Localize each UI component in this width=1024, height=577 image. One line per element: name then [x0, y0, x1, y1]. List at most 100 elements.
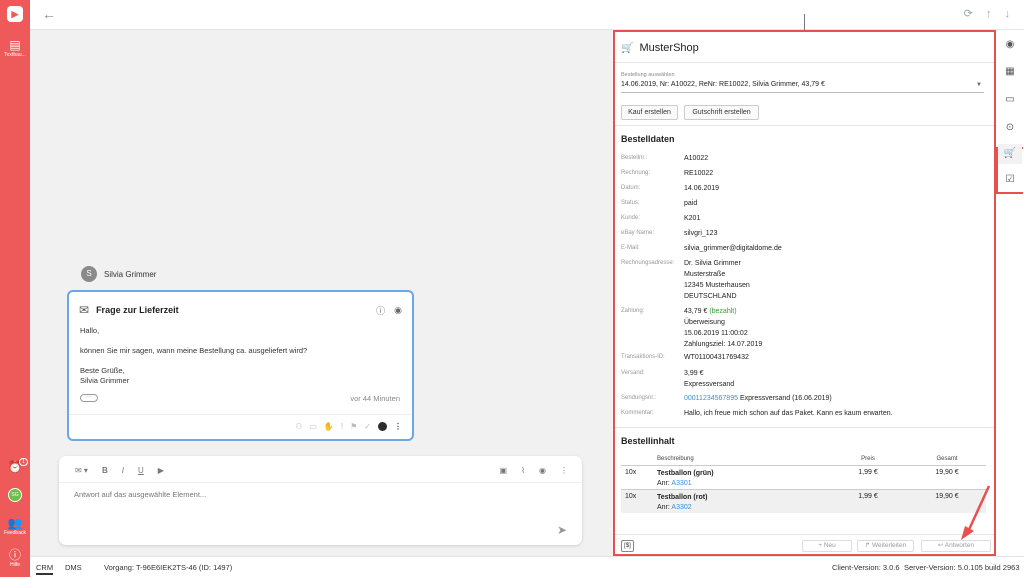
flag-icon[interactable]: ⚑ [350, 422, 357, 431]
shop-header: 🛒 MusterShop [621, 42, 699, 54]
check-circle-icon[interactable]: ✓ [364, 422, 371, 431]
divider [615, 62, 994, 63]
message-signature: Silvia Grimmer [80, 376, 130, 385]
person-icon[interactable]: ⚇ [295, 422, 302, 431]
message-actions: ⚇ ▭ ✋ ! ⚑ ✓ ⋮ [295, 422, 402, 431]
shop-panel: 🛒 MusterShop Bestellung auswählen 14.06.… [613, 30, 996, 556]
message-header: ✉ Frage zur Lieferzeit ⓘ ◉ [79, 302, 402, 318]
message-closing: Beste Grüße, [80, 366, 125, 375]
arrow-up-icon[interactable]: ↑ [986, 8, 992, 20]
sidebar-item-feedback[interactable]: 👥 Feedback [0, 516, 30, 536]
divider [615, 427, 994, 428]
underline-button[interactable]: U [138, 466, 144, 475]
message-card[interactable]: ✉ Frage zur Lieferzeit ⓘ ◉ Hallo, können… [67, 290, 414, 441]
sender-avatar: S [81, 266, 97, 282]
currency-button[interactable]: [$] [621, 540, 634, 552]
table-row: 10x Testballon (grün) Anr: A3301 1,99 € … [621, 464, 986, 489]
message-body: Hallo, können Sie mir sagen, wann meine … [80, 326, 400, 386]
eye-icon[interactable]: ◉ [394, 305, 402, 316]
tracking-link[interactable]: 00011234567895 [684, 395, 738, 402]
arrow-down-icon[interactable]: ↓ [1005, 8, 1011, 20]
message-timestamp: vor 44 Minuten [350, 394, 400, 403]
neu-button[interactable]: + Neu [802, 540, 852, 552]
app-logo[interactable]: ▶ [7, 6, 23, 22]
panel-footer: [$] + Neu ↱ Weiterleiten ↩ Antworten [615, 537, 994, 554]
rechnung-link[interactable]: RE10022 [684, 168, 984, 179]
message-greeting: Hallo, [80, 326, 100, 335]
back-arrow-icon[interactable]: ← [42, 6, 56, 22]
top-actions: ⟳ ↑ ↓ [954, 7, 1010, 20]
save-icon[interactable]: ▣ [500, 466, 508, 475]
italic-button[interactable]: I [122, 466, 124, 475]
user-avatar[interactable]: SG [8, 488, 22, 502]
reminder-badge: 1 [19, 458, 28, 466]
divider [615, 125, 994, 126]
sender-name: Silvia Grimmer [104, 269, 157, 279]
bestelldaten-title: Bestelldaten [621, 134, 675, 144]
more-options-icon[interactable]: ⋮ [394, 422, 402, 431]
table-row: 10x Testballon (rot) Anr: A3302 1,99 € 1… [621, 488, 986, 513]
gutschrift-erstellen-button[interactable]: Gutschrift erstellen [684, 105, 759, 120]
status-color-dot[interactable] [378, 422, 387, 431]
left-sidebar: ▶ ▤ Textbau... ⏰ 1 SG 👥 Feedback ⓘ Hilfe [0, 0, 30, 577]
bold-button[interactable]: B [102, 466, 108, 475]
checklist-icon[interactable]: ☑ [998, 170, 1022, 190]
attachment-icon[interactable]: ⌇ [521, 466, 525, 475]
calendar-icon[interactable]: ▦ [998, 62, 1022, 82]
email-link[interactable]: silvia_grimmer@digitaldome.de [684, 243, 984, 254]
more-options-icon[interactable]: ⋮ [560, 466, 568, 475]
thumb-icon[interactable]: ✋ [324, 422, 334, 431]
server-version: Server-Version: 5.0.105 build 2963 [904, 563, 1020, 572]
article-link[interactable]: A3301 [671, 480, 691, 487]
send-icon[interactable]: ➤ [557, 523, 567, 537]
sidebar-item-reminders[interactable]: ⏰ 1 [0, 458, 30, 474]
right-icon-bar: ◉ ▦ ▭ ⊙ 🛒 ☑ [996, 30, 1024, 556]
tab-dms[interactable]: DMS [65, 563, 82, 572]
order-select-label: Bestellung auswählen [621, 72, 675, 78]
order-select[interactable]: 14.06.2019, Nr: A10022, ReNr: RE10022, S… [621, 81, 984, 93]
info-icon[interactable]: ⓘ [376, 304, 385, 317]
divider [69, 414, 412, 415]
paid-status: (bezahlt) [709, 308, 737, 315]
table-header: Beschreibung [657, 456, 694, 463]
bestellinhalt-title: Bestellinhalt [621, 436, 675, 446]
annotation-arrow [961, 485, 991, 540]
reply-composer: ✉ ▾ B I U ▶ ▣ ⌇ ◉ ⋮ ➤ [59, 456, 582, 545]
reply-input[interactable] [74, 490, 544, 499]
caret-down-icon: ▼ [976, 82, 982, 88]
people-icon: 👥 [7, 516, 23, 530]
alert-icon[interactable]: ! [341, 422, 343, 431]
vorgang-info: Vorgang: T-96E6IEK2TS-46 (ID: 1497) [104, 563, 233, 572]
mail-type-dropdown[interactable]: ✉ ▾ [75, 466, 88, 475]
tab-crm[interactable]: CRM [36, 563, 54, 575]
refresh-icon[interactable]: ⟳ [964, 8, 973, 20]
weiterleiten-button[interactable]: ↱ Weiterleiten [857, 540, 914, 552]
cart-icon: 🛒 [621, 42, 634, 54]
envelope-icon: ✉ [79, 303, 90, 317]
integration-icon[interactable]: ⊙ [998, 118, 1022, 138]
message-text: können Sie mir sagen, wann meine Bestell… [80, 346, 308, 355]
bestellnr-link[interactable]: A10022 [684, 153, 984, 164]
reply-toolbar: ✉ ▾ B I U ▶ ▣ ⌇ ◉ ⋮ [75, 462, 568, 478]
sidebar-item-help[interactable]: ⓘ Hilfe [0, 548, 30, 568]
document-icon[interactable]: ▭ [309, 422, 317, 431]
cart-icon[interactable]: 🛒 [998, 144, 1022, 164]
divider [615, 534, 994, 535]
table-header: Gesamt [936, 456, 958, 463]
table-header: Preis [861, 456, 875, 463]
shop-title: MusterShop [639, 42, 699, 54]
chat-icon[interactable]: ▭ [998, 90, 1022, 110]
eye-icon[interactable]: ◉ [539, 466, 546, 475]
play-icon[interactable]: ▶ [158, 466, 164, 475]
table-header [621, 454, 653, 465]
client-version: Client-Version: 3.0.6 [832, 563, 900, 572]
message-subject: Frage zur Lieferzeit [96, 305, 179, 315]
divider [59, 482, 582, 483]
kauf-erstellen-button[interactable]: Kauf erstellen [621, 105, 678, 120]
order-select-value: 14.06.2019, Nr: A10022, ReNr: RE10022, S… [621, 81, 825, 88]
sidebar-item-textbausteine[interactable]: ▤ Textbau... [0, 38, 30, 58]
eye-icon[interactable]: ◉ [998, 35, 1022, 55]
expand-quote-button[interactable]: ··· [80, 394, 98, 402]
article-link[interactable]: A3302 [671, 504, 691, 511]
kunde-link[interactable]: K201 [684, 213, 984, 224]
